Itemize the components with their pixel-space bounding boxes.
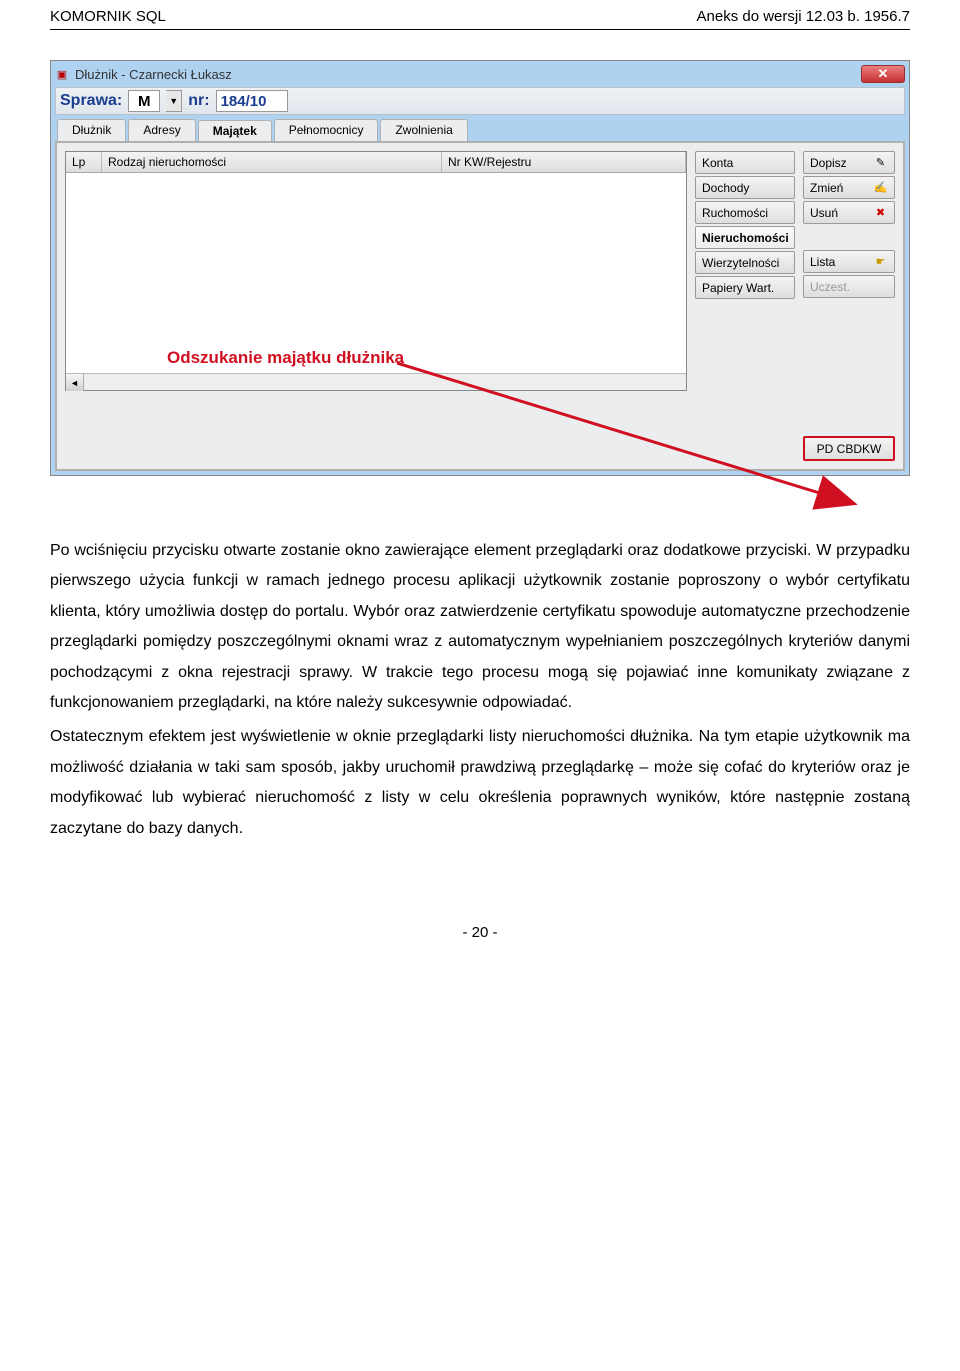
- cat-nieruchomosci[interactable]: Nieruchomości: [695, 226, 795, 249]
- col-lp[interactable]: Lp: [66, 152, 102, 172]
- list-icon: ☛: [873, 254, 888, 269]
- paragraph-2: Ostatecznym efektem jest wyświetlenie w …: [50, 722, 910, 844]
- tab-majatek[interactable]: Majątek: [198, 120, 272, 142]
- uczest-button[interactable]: Uczest.: [803, 275, 895, 298]
- page-header-left: KOMORNIK SQL: [50, 8, 166, 25]
- sprawa-label: Sprawa:: [60, 92, 122, 110]
- action-panel: Dopisz ✎ Zmień ✍ Usuń ✖: [803, 151, 895, 391]
- usun-button[interactable]: Usuń ✖: [803, 201, 895, 224]
- tab-zwolnienia[interactable]: Zwolnienia: [380, 119, 467, 141]
- case-number-field[interactable]: 184/10: [216, 90, 288, 112]
- tabs-bar: Dłużnik Adresy Majątek Pełnomocnicy Zwol…: [57, 119, 905, 141]
- edit-icon: ✍: [873, 180, 888, 195]
- paragraph-1: Po wciśnięciu przycisku otwarte zostanie…: [50, 536, 910, 718]
- window-title: Dłużnik - Czarnecki Łukasz: [75, 67, 232, 82]
- nr-label: nr:: [188, 92, 209, 110]
- case-toolbar: Sprawa: M ▼ nr: 184/10: [55, 87, 905, 115]
- cat-dochody[interactable]: Dochody: [695, 176, 795, 199]
- zmien-button[interactable]: Zmień ✍: [803, 176, 895, 199]
- app-icon: ▣: [55, 67, 69, 81]
- page-header-right: Aneks do wersji 12.03 b. 1956.7: [697, 8, 910, 25]
- close-button[interactable]: ✕: [861, 65, 905, 83]
- dopisz-button[interactable]: Dopisz ✎: [803, 151, 895, 174]
- case-type-field[interactable]: M: [128, 90, 160, 112]
- tab-pelnomocnicy[interactable]: Pełnomocnicy: [274, 119, 379, 141]
- cat-konta[interactable]: Konta: [695, 151, 795, 174]
- horizontal-scrollbar[interactable]: [66, 373, 686, 390]
- table-header: Lp Rodzaj nieruchomości Nr KW/Rejestru: [66, 152, 686, 173]
- body-text: Po wciśnięciu przycisku otwarte zostanie…: [50, 536, 910, 844]
- cat-ruchomosci[interactable]: Ruchomości: [695, 201, 795, 224]
- delete-icon: ✖: [873, 205, 888, 220]
- add-icon: ✎: [873, 155, 888, 170]
- tab-content: Lp Rodzaj nieruchomości Nr KW/Rejestru K…: [55, 141, 905, 471]
- property-table[interactable]: Lp Rodzaj nieruchomości Nr KW/Rejestru: [65, 151, 687, 391]
- lista-button[interactable]: Lista ☛: [803, 250, 895, 273]
- category-panel: Konta Dochody Ruchomości Nieruchomości W…: [695, 151, 795, 391]
- page-footer: - 20 -: [50, 924, 910, 941]
- case-type-dropdown[interactable]: ▼: [166, 90, 182, 112]
- titlebar: ▣ Dłużnik - Czarnecki Łukasz ✕: [55, 65, 905, 87]
- col-rodzaj[interactable]: Rodzaj nieruchomości: [102, 152, 442, 172]
- tab-adresy[interactable]: Adresy: [128, 119, 195, 141]
- cat-wierzytelnosci[interactable]: Wierzytelności: [695, 251, 795, 274]
- close-icon: ✕: [878, 66, 889, 82]
- chevron-down-icon: ▼: [169, 96, 178, 106]
- col-kw[interactable]: Nr KW/Rejestru: [442, 152, 686, 172]
- pd-cbdkw-button[interactable]: PD CBDKW: [803, 436, 895, 461]
- tab-dluznik[interactable]: Dłużnik: [57, 119, 126, 141]
- app-window: ▣ Dłużnik - Czarnecki Łukasz ✕ Sprawa: M…: [50, 60, 910, 476]
- cat-papiery[interactable]: Papiery Wart.: [695, 276, 795, 299]
